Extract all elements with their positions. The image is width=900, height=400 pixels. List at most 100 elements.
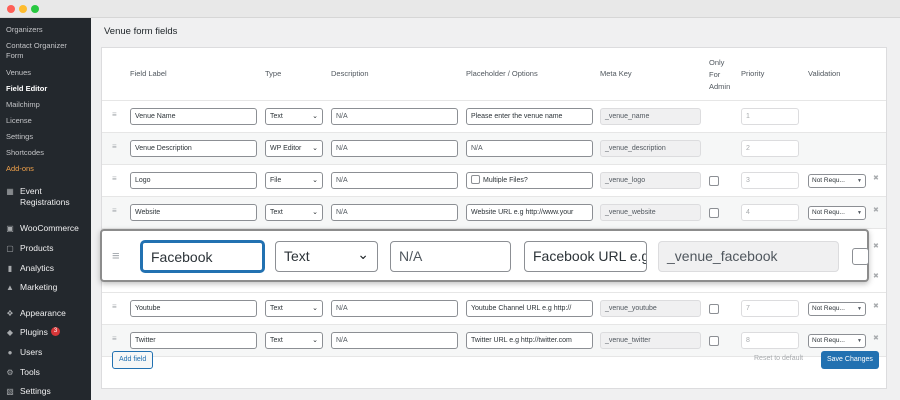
description-input[interactable]: N/A xyxy=(331,140,458,157)
admin-only-checkbox[interactable] xyxy=(709,336,719,346)
placeholder-input[interactable]: Facebook URL e.g xyxy=(524,241,647,272)
validation-select[interactable]: Not Requ... ▼ xyxy=(808,174,866,188)
field-label-input[interactable]: Facebook xyxy=(141,241,264,272)
close-window-icon[interactable] xyxy=(7,5,15,13)
description-input[interactable]: N/A xyxy=(331,332,458,349)
submenu-contact-organizer-form[interactable]: Form xyxy=(6,51,24,61)
field-type-select[interactable]: File ⌄ xyxy=(265,172,323,189)
col-only-line3: Admin xyxy=(709,82,731,91)
remove-field-icon[interactable]: ✖ xyxy=(873,206,879,214)
description-input[interactable]: N/A xyxy=(331,108,458,125)
menu-label: Settings xyxy=(20,386,51,396)
submenu-license[interactable]: License xyxy=(6,116,32,126)
menu-analytics[interactable]: ▮ Analytics xyxy=(4,263,54,274)
validation-select[interactable]: Not Requ... ▼ xyxy=(808,206,866,220)
remove-field-icon[interactable]: ✖ xyxy=(873,302,879,310)
woocommerce-icon: ▣ xyxy=(6,224,14,233)
field-label-input[interactable]: Venue Name xyxy=(130,108,257,125)
submenu-shortcodes[interactable]: Shortcodes xyxy=(6,148,44,158)
field-label-input[interactable]: Youtube xyxy=(130,300,257,317)
submenu-contact-organizer[interactable]: Contact Organizer xyxy=(6,41,67,51)
field-type-select[interactable]: Text ⌄ xyxy=(265,300,323,317)
field-type-select[interactable]: Text ⌄ xyxy=(275,241,378,272)
drag-handle-icon[interactable]: ≡ xyxy=(112,302,117,311)
drag-handle-icon[interactable]: ≡ xyxy=(112,110,117,119)
drag-handle-icon[interactable]: ≡ xyxy=(112,248,120,263)
field-type-value: Text xyxy=(284,248,310,264)
description-input[interactable]: N/A xyxy=(331,300,458,317)
chevron-down-icon: ⌄ xyxy=(312,145,318,152)
add-field-button[interactable]: Add field xyxy=(112,351,154,369)
admin-only-checkbox[interactable] xyxy=(709,304,719,314)
main-content: Venue form fields Field Label Type Descr… xyxy=(91,18,900,400)
placeholder-input[interactable]: N/A xyxy=(466,140,593,157)
placeholder-input[interactable]: Please enter the venue name xyxy=(466,108,593,125)
menu-products[interactable]: ▢ Products xyxy=(4,243,54,254)
remove-field-icon[interactable]: ✖ xyxy=(873,242,879,250)
field-label-input[interactable]: Twitter xyxy=(130,332,257,349)
menu-appearance[interactable]: ❖ Appearance xyxy=(4,308,66,319)
description-input[interactable]: N/A xyxy=(331,172,458,189)
description-input[interactable]: N/A xyxy=(390,241,511,272)
menu-label: Appearance xyxy=(20,308,66,318)
placeholder-input[interactable]: Twitter URL e.g http://twitter.com xyxy=(466,332,593,349)
menu-event-registrations[interactable]: ▦ Event Registrations xyxy=(4,186,69,208)
validation-select[interactable]: Not Requ... ▼ xyxy=(808,302,866,316)
field-label-input[interactable]: Logo xyxy=(130,172,257,189)
submenu-mailchimp[interactable]: Mailchimp xyxy=(6,100,40,110)
drag-handle-icon[interactable]: ≡ xyxy=(112,206,117,215)
menu-settings[interactable]: ▧ Settings xyxy=(4,386,51,397)
description-input[interactable]: N/A xyxy=(331,204,458,221)
meta-key-field: _venue_facebook xyxy=(658,241,839,272)
menu-plugins[interactable]: ◆ Plugins 3 xyxy=(4,327,61,338)
minimize-window-icon[interactable] xyxy=(19,5,27,13)
priority-input[interactable]: 4 xyxy=(741,204,799,221)
menu-users[interactable]: ● Users xyxy=(4,347,43,358)
remove-field-icon[interactable]: ✖ xyxy=(873,174,879,182)
submenu-settings[interactable]: Settings xyxy=(6,132,33,142)
field-type-select[interactable]: Text ⌄ xyxy=(265,108,323,125)
marketing-icon: ▲ xyxy=(6,283,14,292)
maximize-window-icon[interactable] xyxy=(31,5,39,13)
priority-input[interactable]: 8 xyxy=(741,332,799,349)
remove-field-icon[interactable]: ✖ xyxy=(873,334,879,342)
save-changes-button[interactable]: Save Changes xyxy=(821,351,879,369)
multiple-files-checkbox[interactable] xyxy=(471,174,480,184)
field-type-select[interactable]: Text ⌄ xyxy=(265,204,323,221)
products-icon: ▢ xyxy=(6,244,14,253)
admin-only-checkbox[interactable] xyxy=(709,208,719,218)
menu-marketing[interactable]: ▲ Marketing xyxy=(4,282,57,293)
admin-only-checkbox[interactable] xyxy=(852,248,869,265)
submenu-organizers[interactable]: Organizers xyxy=(6,25,43,35)
drag-handle-icon[interactable]: ≡ xyxy=(112,174,117,183)
col-only-line1: Only xyxy=(709,58,725,67)
placeholder-input[interactable]: Youtube Channel URL e.g http:// xyxy=(466,300,593,317)
priority-input[interactable]: 1 xyxy=(741,108,799,125)
admin-only-checkbox[interactable] xyxy=(709,176,719,186)
field-label-input[interactable]: Website xyxy=(130,204,257,221)
menu-woocommerce[interactable]: ▣ WooCommerce xyxy=(4,223,79,234)
col-priority: Priority xyxy=(741,69,765,78)
priority-input[interactable]: 3 xyxy=(741,172,799,189)
remove-field-icon[interactable]: ✖ xyxy=(873,272,879,280)
priority-input[interactable]: 7 xyxy=(741,300,799,317)
submenu-field-editor[interactable]: Field Editor xyxy=(6,84,47,94)
field-type-select[interactable]: WP Editor ⌄ xyxy=(265,140,323,157)
placeholder-input[interactable]: Website URL e.g http://www.your xyxy=(466,204,593,221)
table-row: ≡ Twitter Text ⌄ N/A Twitter URL e.g http… xyxy=(102,324,886,356)
validation-select[interactable]: Not Requ... ▼ xyxy=(808,334,866,348)
priority-input[interactable]: 2 xyxy=(741,140,799,157)
drag-handle-icon[interactable]: ≡ xyxy=(112,334,117,343)
submenu-add-ons[interactable]: Add-ons xyxy=(6,164,34,174)
drag-handle-icon[interactable]: ≡ xyxy=(112,142,117,151)
field-type-select[interactable]: Text ⌄ xyxy=(265,332,323,349)
reset-to-default-link[interactable]: Reset to default xyxy=(754,355,803,362)
submenu-venues[interactable]: Venues xyxy=(6,68,31,78)
analytics-icon: ▮ xyxy=(7,264,13,273)
meta-key-field: _venue_name xyxy=(600,108,701,125)
menu-tools[interactable]: ⚙ Tools xyxy=(4,367,39,378)
menu-label: Products xyxy=(20,243,54,253)
table-row: ≡ Venue Description WP Editor ⌄ N/A N/A _… xyxy=(102,132,886,164)
tools-icon: ⚙ xyxy=(6,368,14,377)
field-label-input[interactable]: Venue Description xyxy=(130,140,257,157)
